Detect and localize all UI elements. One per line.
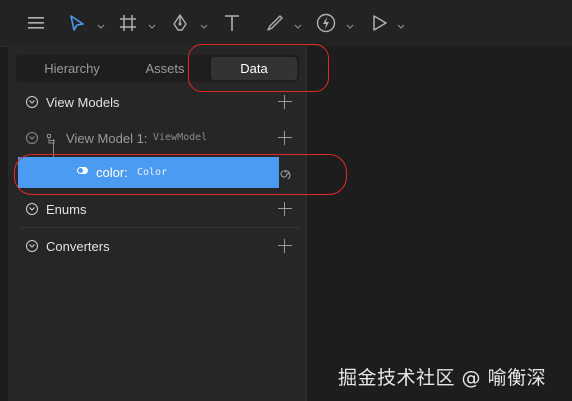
play-icon[interactable]	[372, 0, 388, 46]
annotation-highlight-data-tab	[188, 44, 329, 92]
chevron-down-icon[interactable]	[346, 17, 356, 29]
select-arrow-icon[interactable]	[69, 0, 85, 46]
add-property-button[interactable]	[278, 131, 292, 145]
converters-section[interactable]: Converters	[8, 233, 306, 259]
frame-icon[interactable]	[119, 0, 137, 46]
chevron-down-icon[interactable]	[294, 17, 304, 29]
watermark: 掘金技术社区 @ 喻衡深	[338, 367, 547, 389]
paint-icon[interactable]	[265, 0, 285, 46]
canvas[interactable]	[307, 46, 572, 401]
tab-hierarchy[interactable]: Hierarchy	[16, 55, 128, 82]
text-icon[interactable]	[224, 0, 240, 46]
view-models-section[interactable]: View Models	[8, 89, 306, 115]
enums-section[interactable]: Enums	[8, 196, 306, 222]
chevron-down-icon[interactable]	[397, 17, 407, 29]
chevron-down-icon[interactable]	[26, 96, 38, 108]
add-view-model-button[interactable]	[278, 95, 292, 109]
chevron-down-icon[interactable]	[97, 17, 107, 29]
menu-icon[interactable]	[28, 0, 44, 46]
pen-icon[interactable]	[172, 0, 188, 46]
chevron-down-icon[interactable]	[26, 203, 38, 215]
add-converter-button[interactable]	[278, 239, 292, 253]
toolbar	[0, 0, 572, 47]
chevron-down-icon[interactable]	[26, 240, 38, 252]
bolt-icon[interactable]	[316, 0, 336, 46]
add-enum-button[interactable]	[278, 202, 292, 216]
chevron-down-icon[interactable]	[200, 17, 210, 29]
chevron-down-icon[interactable]	[148, 17, 158, 29]
annotation-highlight-color-row	[14, 154, 347, 195]
converters-label: Converters	[46, 238, 110, 254]
view-model-type: ViewModel	[153, 132, 208, 143]
data-panel: Hierarchy Assets Data View Models View M…	[8, 46, 307, 401]
view-model-name: View Model 1:	[66, 130, 148, 146]
chevron-down-icon[interactable]	[26, 132, 38, 144]
divider	[20, 227, 300, 228]
enums-label: Enums	[46, 201, 87, 217]
view-models-label: View Models	[46, 94, 120, 110]
